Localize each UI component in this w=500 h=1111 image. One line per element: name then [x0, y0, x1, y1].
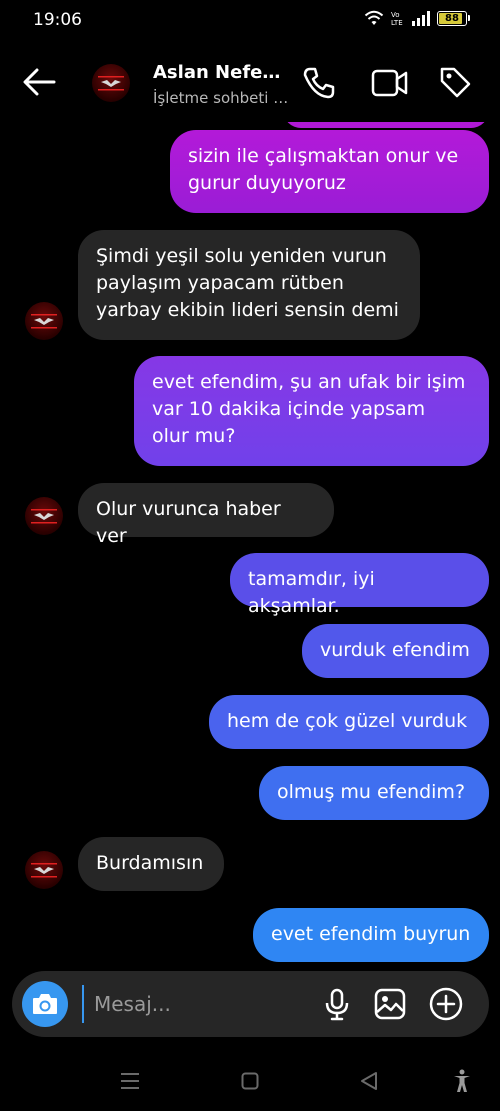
- message-bubble-incoming[interactable]: Şimdi yeşil solu yeniden vurun paylaşım …: [78, 230, 420, 340]
- avatar-logo-icon: [31, 314, 57, 329]
- plus-circle-icon[interactable]: [429, 987, 463, 1025]
- back-arrow-icon[interactable]: [22, 68, 56, 100]
- svg-text:Vo: Vo: [391, 11, 400, 19]
- message-bubble-incoming[interactable]: Olur vurunca haber ver: [78, 483, 334, 547]
- message-bubble-incoming[interactable]: Burdamısın: [78, 837, 224, 891]
- contact-subtitle: İşletme sohbeti …: [153, 89, 289, 107]
- volte-icon: Vo LTE: [391, 10, 405, 26]
- battery-tip: [468, 15, 470, 21]
- status-icons: Vo LTE 88: [364, 10, 470, 26]
- gallery-icon[interactable]: [374, 988, 406, 1024]
- video-camera-icon[interactable]: [371, 68, 409, 102]
- contact-name[interactable]: Aslan Nefe…: [153, 62, 280, 83]
- home-icon[interactable]: [241, 1072, 259, 1094]
- message-bubble-outgoing[interactable]: sizin ile çalışmaktan onur ve gurur duyu…: [170, 130, 489, 213]
- message-list[interactable]: sizin ile çalışmaktan onur ve gurur duyu…: [0, 122, 500, 967]
- message-bubble-outgoing[interactable]: tamamdır, iyi akşamlar.: [230, 553, 489, 617]
- nav-back-icon[interactable]: [360, 1071, 378, 1095]
- tag-icon[interactable]: [438, 65, 472, 103]
- message-composer: [12, 971, 489, 1037]
- message-bubble-outgoing[interactable]: evet efendim buyrun: [253, 908, 489, 962]
- message-input[interactable]: [82, 985, 302, 1023]
- battery-icon: 88: [437, 10, 470, 26]
- wifi-icon: [364, 10, 384, 26]
- avatar-logo-icon: [98, 76, 124, 91]
- message-bubble-outgoing[interactable]: evet efendim, şu an ufak bir işim var 10…: [134, 356, 489, 466]
- signal-icon: [412, 10, 430, 26]
- avatar-logo-icon: [31, 509, 57, 524]
- accessibility-icon[interactable]: [452, 1069, 472, 1097]
- phone-icon[interactable]: [302, 66, 336, 104]
- sender-avatar[interactable]: [25, 851, 63, 889]
- status-time: 19:06: [33, 10, 82, 30]
- sender-avatar[interactable]: [25, 302, 63, 340]
- message-bubble-outgoing[interactable]: olmuş mu efendim?: [259, 766, 489, 820]
- message-bubble-outgoing[interactable]: [283, 122, 489, 128]
- camera-button[interactable]: [22, 981, 68, 1027]
- message-bubble-outgoing[interactable]: hem de çok güzel vurduk: [209, 695, 489, 749]
- sender-avatar[interactable]: [25, 497, 63, 535]
- message-bubble-outgoing[interactable]: vurduk efendim: [302, 624, 489, 678]
- camera-icon: [33, 994, 57, 1014]
- recent-apps-icon[interactable]: [120, 1072, 140, 1094]
- chat-header: Aslan Nefe… İşletme sohbeti …: [0, 44, 500, 122]
- battery-level: 88: [445, 12, 459, 24]
- battery: 88: [437, 10, 467, 26]
- svg-text:LTE: LTE: [391, 19, 403, 26]
- contact-avatar[interactable]: [92, 64, 130, 102]
- status-bar: 19:06 Vo LTE 88: [0, 0, 500, 44]
- avatar-logo-icon: [31, 863, 57, 878]
- system-nav-bar: [0, 1050, 500, 1111]
- microphone-icon[interactable]: [324, 988, 350, 1026]
